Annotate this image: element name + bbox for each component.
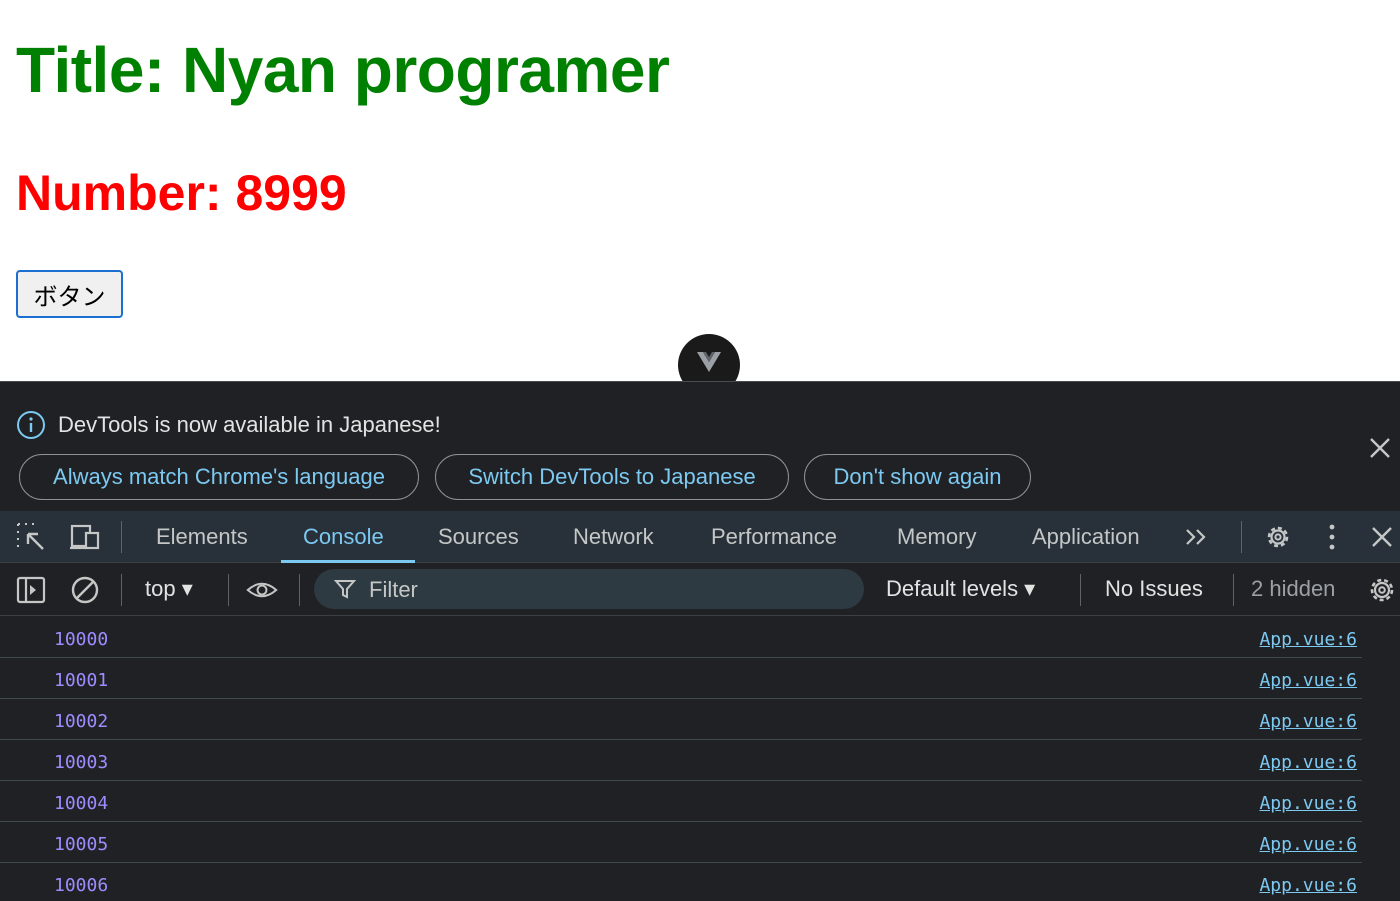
- tab-sources[interactable]: Sources: [438, 511, 519, 563]
- dont-show-again-button[interactable]: Don't show again: [804, 454, 1031, 500]
- devtools-tabbar: Elements Console Sources Network Perform…: [0, 511, 1400, 563]
- page-button[interactable]: ボタン: [16, 270, 123, 318]
- source-link[interactable]: App.vue:6: [1259, 629, 1357, 650]
- webpage: Title: Nyan programer Number: 8999 ボタン: [0, 0, 1400, 396]
- hidden-count: 2 hidden: [1251, 576, 1336, 601]
- settings-icon[interactable]: [1262, 521, 1294, 553]
- console-row: 10005 App.vue:6: [0, 822, 1362, 863]
- divider: [1241, 521, 1242, 553]
- divider: [121, 521, 122, 553]
- tab-application[interactable]: Application: [1032, 511, 1140, 563]
- log-value: 10006: [54, 875, 109, 896]
- tab-elements[interactable]: Elements: [156, 511, 248, 563]
- inspect-element-icon[interactable]: [15, 521, 47, 553]
- tab-memory[interactable]: Memory: [897, 511, 976, 563]
- log-levels-dropdown[interactable]: Default levels ▾: [886, 576, 1035, 602]
- vue-devtools-icon: [697, 352, 721, 372]
- filter-input[interactable]: Filter: [314, 569, 864, 609]
- divider: [121, 574, 122, 606]
- log-value: 10000: [54, 629, 109, 650]
- console-settings-icon[interactable]: [1366, 574, 1398, 606]
- number-display: Number: 8999: [16, 165, 347, 221]
- console-row: 10004 App.vue:6: [0, 781, 1362, 822]
- devtools-panel: DevTools is now available in Japanese! A…: [0, 381, 1400, 901]
- filter-icon: [334, 580, 356, 599]
- filter-placeholder: Filter: [369, 577, 418, 602]
- source-link[interactable]: App.vue:6: [1259, 752, 1357, 773]
- tab-network[interactable]: Network: [573, 511, 654, 563]
- log-value: 10002: [54, 711, 109, 732]
- close-devtools-icon[interactable]: [1366, 521, 1398, 553]
- page-title: Title: Nyan programer: [16, 34, 670, 106]
- tab-performance[interactable]: Performance: [711, 511, 837, 563]
- switch-to-japanese-button[interactable]: Switch DevTools to Japanese: [435, 454, 789, 500]
- source-link[interactable]: App.vue:6: [1259, 793, 1357, 814]
- console-row: 10002 App.vue:6: [0, 699, 1362, 740]
- infobar-message: DevTools is now available in Japanese!: [58, 412, 441, 437]
- log-value: 10004: [54, 793, 109, 814]
- source-link[interactable]: App.vue:6: [1259, 711, 1357, 732]
- more-tabs-icon[interactable]: [1181, 521, 1213, 553]
- sidebar-toggle-icon[interactable]: [15, 574, 47, 606]
- active-tab-indicator: [281, 560, 415, 563]
- context-selector[interactable]: top ▾: [145, 576, 193, 602]
- console-row: 10001 App.vue:6: [0, 658, 1362, 699]
- console-toolbar: top ▾ Filter Default levels ▾ No Issues …: [0, 564, 1400, 616]
- console-row: 10000 App.vue:6: [0, 617, 1362, 658]
- log-value: 10005: [54, 834, 109, 855]
- console-row: 10003 App.vue:6: [0, 740, 1362, 781]
- tab-console[interactable]: Console: [303, 511, 384, 563]
- console-messages: 10000 App.vue:6 10001 App.vue:6 10002 Ap…: [0, 617, 1400, 901]
- source-link[interactable]: App.vue:6: [1259, 875, 1357, 896]
- close-icon[interactable]: [1366, 434, 1394, 462]
- source-link[interactable]: App.vue:6: [1259, 834, 1357, 855]
- device-toolbar-icon[interactable]: [69, 521, 101, 553]
- eye-icon[interactable]: [246, 574, 278, 606]
- divider: [299, 574, 300, 606]
- language-infobar: DevTools is now available in Japanese! A…: [0, 382, 1400, 511]
- divider: [1233, 574, 1234, 606]
- divider: [228, 574, 229, 606]
- console-row: 10006 App.vue:6: [0, 863, 1362, 901]
- issues-counter[interactable]: No Issues: [1105, 576, 1203, 602]
- info-icon: [17, 411, 45, 439]
- log-value: 10001: [54, 670, 109, 691]
- divider: [1080, 574, 1081, 606]
- log-value: 10003: [54, 752, 109, 773]
- always-match-language-button[interactable]: Always match Chrome's language: [19, 454, 419, 500]
- kebab-menu-icon[interactable]: [1316, 521, 1348, 553]
- clear-console-icon[interactable]: [69, 574, 101, 606]
- source-link[interactable]: App.vue:6: [1259, 670, 1357, 691]
